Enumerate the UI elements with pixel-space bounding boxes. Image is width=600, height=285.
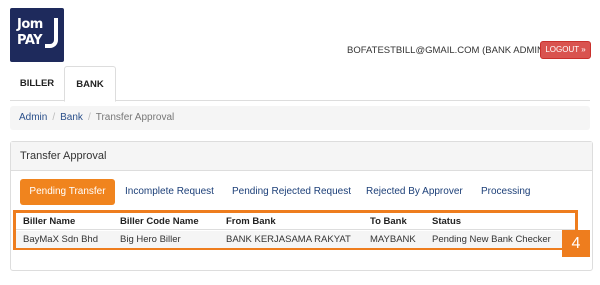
subtab-incomplete-request[interactable]: Incomplete Request	[125, 179, 214, 205]
breadcrumb-separator: /	[87, 112, 91, 123]
logo-text-jom: Jom	[17, 17, 43, 32]
table-row[interactable]: BayMaX Sdn Bhd Big Hero Biller BANK KERJ…	[16, 231, 575, 248]
logo-j-mark	[45, 18, 58, 48]
user-email: BOFATESTBILL@GMAIL.COM (BANK ADMIN)	[347, 45, 548, 56]
logo-text-pay: PAY	[17, 33, 43, 48]
jompay-logo: Jom PAY	[10, 8, 64, 62]
subtab-processing[interactable]: Processing	[481, 179, 530, 205]
transfer-table: Biller Name Biller Code Name From Bank T…	[13, 210, 578, 250]
tab-bank[interactable]: BANK	[64, 66, 116, 102]
breadcrumb-separator: /	[52, 112, 56, 123]
table-cell: Big Hero Biller	[120, 234, 181, 245]
table-cell: BANK KERJASAMA RAKYAT	[226, 234, 351, 245]
table-cell: MAYBANK	[370, 234, 416, 245]
subtab-pending-transfer[interactable]: Pending Transfer	[20, 179, 115, 205]
step-number-badge: 4	[562, 230, 590, 257]
table-header-row: Biller Name Biller Code Name From Bank T…	[16, 213, 575, 230]
column-header: To Bank	[370, 216, 407, 227]
panel-title: Transfer Approval	[11, 142, 592, 171]
column-header: Biller Name	[23, 216, 76, 227]
tab-biller[interactable]: BILLER	[10, 66, 64, 101]
breadcrumb-bank[interactable]: Bank	[60, 112, 83, 123]
breadcrumb-current: Transfer Approval	[95, 112, 175, 123]
breadcrumb: Admin / Bank / Transfer Approval	[10, 106, 590, 130]
transfer-approval-panel: Transfer Approval Pending Transfer Incom…	[10, 141, 593, 271]
subtab-pending-rejected-request[interactable]: Pending Rejected Request	[232, 179, 351, 205]
main-tabs: BILLER BANK	[10, 66, 590, 102]
column-header: Biller Code Name	[120, 216, 199, 227]
column-header: From Bank	[226, 216, 276, 227]
table-cell: Pending New Bank Checker	[432, 234, 551, 245]
column-header: Status	[432, 216, 462, 227]
breadcrumb-admin[interactable]: Admin	[19, 112, 47, 123]
logout-button[interactable]: LOGOUT »	[540, 41, 591, 59]
subtab-rejected-by-approver[interactable]: Rejected By Approver	[366, 179, 463, 205]
table-cell: BayMaX Sdn Bhd	[23, 234, 98, 245]
